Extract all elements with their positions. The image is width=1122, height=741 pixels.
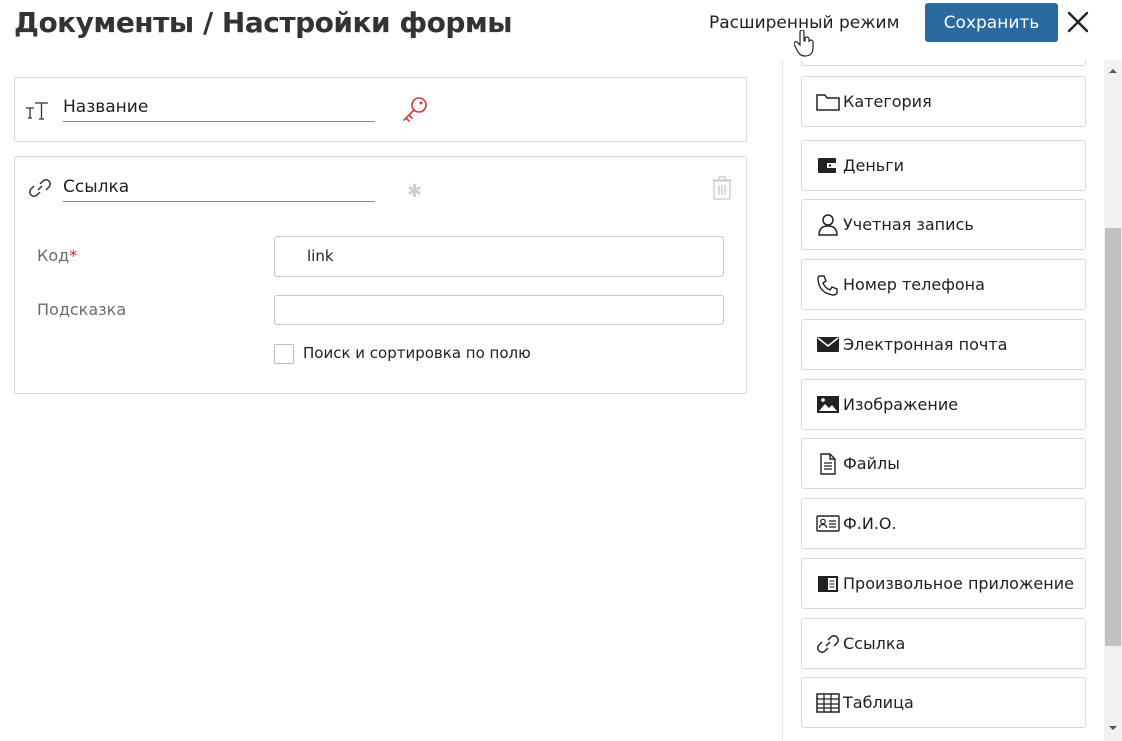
required-toggle-icon[interactable]: ✱ (407, 181, 422, 202)
user-icon (818, 214, 838, 236)
field-type-label: Категория (843, 92, 932, 111)
save-button[interactable]: Сохранить (925, 3, 1058, 42)
link-field-card[interactable]: Ссылка ✱ Код* link Подсказка Поиск и сор… (14, 156, 747, 394)
hand-cursor-icon (794, 30, 814, 57)
field-type-fullname[interactable]: Ф.И.О. (801, 498, 1086, 549)
field-type-files[interactable]: Файлы (801, 438, 1086, 489)
field-type-label: Учетная запись (843, 215, 974, 234)
app-icon (818, 576, 838, 592)
link-icon (29, 179, 51, 197)
field-type-link[interactable]: Ссылка (801, 618, 1086, 669)
hint-input[interactable] (274, 295, 724, 325)
field-type-label: Файлы (843, 454, 900, 473)
field-type-item-partial[interactable] (801, 60, 1086, 66)
search-sort-checkbox[interactable] (274, 344, 294, 364)
id-card-icon (816, 515, 840, 532)
scrollbar[interactable] (1104, 60, 1122, 741)
field-type-label: Таблица (843, 693, 914, 712)
code-input[interactable]: link (274, 236, 724, 277)
wallet-icon (818, 158, 836, 173)
field-type-table[interactable]: Таблица (801, 677, 1086, 728)
field-type-label: Номер телефона (843, 275, 985, 294)
scrollbar-thumb[interactable] (1105, 228, 1121, 646)
name-field-card[interactable]: Название (14, 77, 747, 142)
field-type-label: Изображение (843, 395, 959, 414)
field-type-custom-app[interactable]: Произвольное приложение (801, 558, 1086, 609)
hint-label: Подсказка (37, 300, 127, 319)
search-sort-label: Поиск и сортировка по полю (303, 344, 531, 362)
field-type-email[interactable]: Электронная почта (801, 319, 1086, 370)
field-types-panel: Категория Деньги Учетная запись Номер те… (782, 60, 1104, 741)
text-type-icon (26, 102, 48, 120)
page-title: Документы / Настройки формы (14, 6, 513, 39)
link-icon (817, 635, 839, 653)
envelope-icon (817, 337, 839, 352)
field-type-phone[interactable]: Номер телефона (801, 259, 1086, 310)
image-icon (817, 396, 839, 413)
name-field-label[interactable]: Название (63, 92, 375, 122)
field-type-account[interactable]: Учетная запись (801, 199, 1086, 250)
field-type-label: Деньги (843, 156, 905, 175)
file-icon (820, 453, 836, 475)
field-type-label: Электронная почта (843, 335, 1008, 354)
code-label: Код* (37, 246, 78, 265)
link-field-label[interactable]: Ссылка (63, 172, 375, 202)
field-type-label: Ссылка (843, 634, 906, 653)
phone-icon (817, 275, 838, 296)
scroll-down-arrow-icon[interactable] (1108, 723, 1118, 733)
key-icon (403, 97, 427, 122)
field-type-money[interactable]: Деньги (801, 140, 1086, 191)
scroll-up-arrow-icon[interactable] (1108, 66, 1118, 76)
field-type-label: Ф.И.О. (843, 514, 897, 533)
trash-icon[interactable] (711, 175, 733, 201)
close-icon (1067, 11, 1089, 32)
table-icon (816, 693, 840, 713)
close-button[interactable] (1066, 8, 1090, 38)
field-type-image[interactable]: Изображение (801, 379, 1086, 430)
field-type-category[interactable]: Категория (801, 76, 1086, 127)
required-mark: * (69, 246, 78, 265)
field-type-label: Произвольное приложение (843, 574, 1074, 593)
folder-icon (816, 94, 840, 111)
